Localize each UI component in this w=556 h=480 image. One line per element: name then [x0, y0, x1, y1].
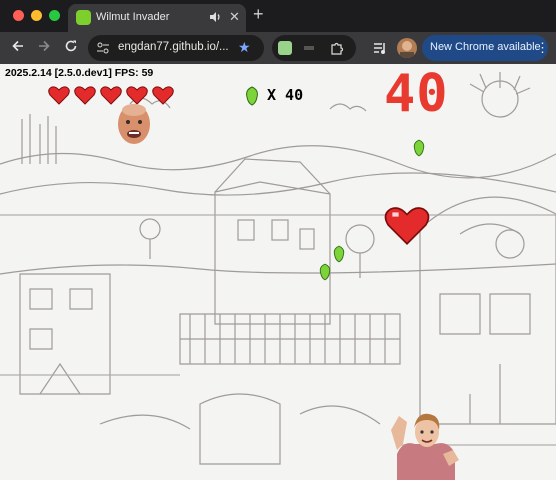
profile-avatar[interactable] — [397, 38, 417, 58]
extensions-group — [272, 35, 356, 61]
browser-toolbar: engdan77.github.io/... ★ New Chrome avai… — [0, 32, 556, 64]
green-enemy-sprite — [333, 245, 345, 263]
score-display: 40 — [384, 64, 449, 124]
update-label: New Chrome available — [430, 41, 541, 53]
life-heart-icon — [152, 86, 174, 105]
window-close-button[interactable] — [13, 10, 24, 21]
green-enemy-sprite — [413, 139, 425, 157]
green-enemy-icon — [246, 86, 258, 106]
window-minimize-button[interactable] — [31, 10, 42, 21]
player-sprite — [391, 413, 459, 480]
heart-pickup-sprite — [384, 207, 430, 245]
back-icon[interactable] — [10, 38, 26, 54]
url-text[interactable]: engdan77.github.io/... — [118, 41, 229, 53]
favicon-icon — [76, 10, 91, 25]
version-fps-label: 2025.2.14 [2.5.0.dev1] FPS: 59 — [5, 67, 154, 79]
address-bar[interactable]: engdan77.github.io/... ★ — [88, 35, 264, 61]
combo-counter: X 40 — [267, 86, 304, 104]
forward-icon[interactable] — [36, 38, 52, 54]
extension-icon[interactable] — [278, 41, 292, 55]
green-enemy-sprite — [319, 263, 331, 281]
tab-strip: Wilmut Invader ✕ + — [0, 0, 556, 32]
sketch-background — [0, 72, 556, 465]
game-canvas[interactable]: 2025.2.14 [2.5.0.dev1] FPS: 59 X 40 40 — [0, 64, 556, 480]
audio-icon[interactable] — [208, 10, 222, 24]
reload-icon[interactable] — [63, 38, 79, 54]
tab-wilmut-invader[interactable]: Wilmut Invader ✕ — [68, 4, 246, 32]
life-heart-icon — [74, 86, 96, 105]
tab-title: Wilmut Invader — [96, 11, 170, 23]
site-info-icon[interactable] — [96, 41, 110, 55]
life-heart-icon — [48, 86, 70, 105]
update-chrome-button[interactable]: New Chrome available ⋮ — [422, 35, 549, 61]
boss-face-sprite — [118, 104, 150, 144]
extension-icon[interactable] — [304, 46, 314, 50]
menu-icon[interactable]: ⋮ — [536, 40, 549, 56]
media-icon[interactable] — [372, 40, 388, 56]
new-tab-button[interactable]: + — [253, 4, 264, 25]
window-zoom-button[interactable] — [49, 10, 60, 21]
extensions-puzzle-icon[interactable] — [330, 41, 344, 55]
close-icon[interactable]: ✕ — [229, 9, 240, 25]
star-icon[interactable]: ★ — [238, 39, 251, 56]
